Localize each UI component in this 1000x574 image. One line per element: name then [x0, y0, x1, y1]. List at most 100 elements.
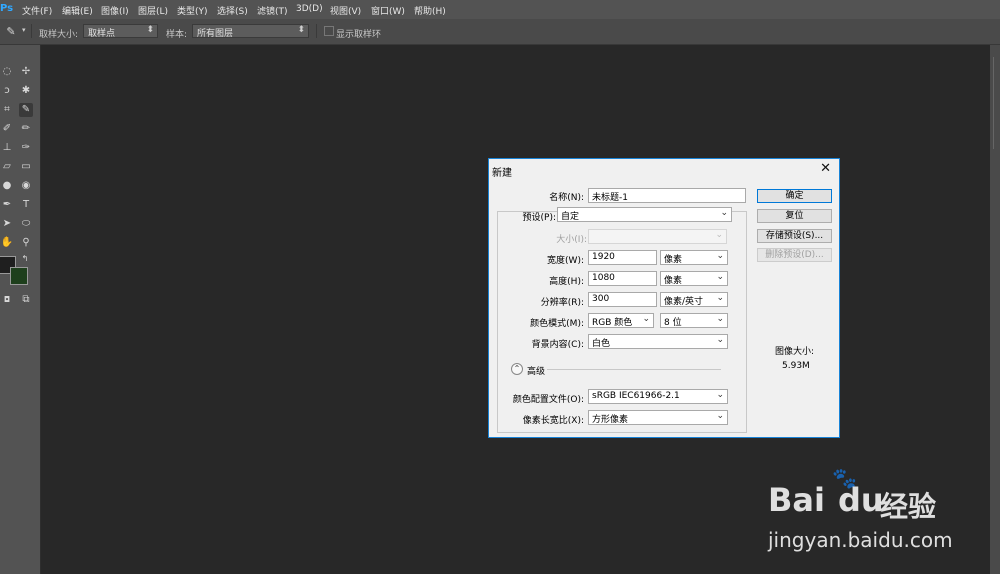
collapse-advanced-icon[interactable]: ⌃	[511, 363, 523, 375]
path-select-icon[interactable]: ➤	[0, 217, 14, 231]
bit-depth-value: 8 位	[664, 318, 682, 328]
color-profile-select[interactable]: sRGB IEC61966-2.1 ⌄	[588, 389, 728, 404]
magic-wand-icon[interactable]: ✱	[19, 84, 33, 98]
screen-mode-icon[interactable]: ⧉	[19, 293, 33, 307]
watermark-brand: Bai	[768, 481, 825, 519]
color-mode-value: RGB 颜色	[592, 318, 633, 328]
hand-icon[interactable]: ✋	[0, 236, 14, 250]
sample-size-select[interactable]: 取样点 ⬍	[83, 24, 158, 39]
color-mode-select[interactable]: RGB 颜色 ⌄	[588, 313, 654, 328]
color-profile-value: sRGB IEC61966-2.1	[592, 391, 680, 401]
width-unit-value: 像素	[664, 255, 683, 265]
chevron-down-icon: ⌄	[716, 272, 724, 282]
menu-window[interactable]: 窗口(W)	[371, 4, 405, 17]
image-size-label: 图像大小:	[775, 347, 815, 357]
options-bar: ✎ ▾ 取样大小: 取样点 ⬍ 样本: 所有图层 ⬍ 显示取样环	[0, 19, 1000, 45]
dialog-title: 新建	[492, 168, 512, 179]
ellipse-icon[interactable]: ⬭	[19, 217, 33, 231]
chevron-down-icon: ⌄	[716, 335, 724, 345]
name-field[interactable]: 未标题-1	[588, 188, 746, 203]
marquee-icon[interactable]: ◌	[0, 65, 14, 79]
chevron-down-icon: ⌄	[716, 251, 724, 261]
save-preset-button[interactable]: 存储预设(S)...	[757, 229, 832, 243]
eyedropper-icon[interactable]: ✎	[4, 25, 18, 39]
menu-help[interactable]: 帮助(H)	[414, 4, 446, 17]
width-unit-select[interactable]: 像素 ⌄	[660, 250, 728, 265]
eraser-icon[interactable]: ▱	[0, 160, 14, 174]
blur-icon[interactable]: ●	[0, 179, 14, 193]
menu-3d[interactable]: 3D(D)	[296, 4, 323, 14]
height-unit-value: 像素	[664, 276, 683, 286]
height-label: 高度(H):	[549, 277, 584, 287]
app-logo: Ps	[0, 3, 14, 14]
height-field[interactable]: 1080	[588, 271, 657, 286]
menu-bar: Ps 文件(F) 编辑(E) 图像(I) 图层(L) 类型(Y) 选择(S) 滤…	[0, 0, 1000, 19]
swap-colors-icon[interactable]: ↰	[18, 252, 32, 266]
size-label: 大小(I):	[556, 235, 587, 245]
resolution-unit-value: 像素/英寸	[664, 297, 704, 307]
background-select[interactable]: 白色 ⌄	[588, 334, 728, 349]
gradient-icon[interactable]: ▭	[19, 160, 33, 174]
chevron-down-icon: ⌄	[716, 314, 724, 324]
menu-layer[interactable]: 图层(L)	[138, 4, 168, 17]
resolution-label: 分辨率(R):	[540, 298, 584, 308]
chevron-down-icon: ⌄	[716, 390, 724, 400]
menu-file[interactable]: 文件(F)	[22, 4, 52, 17]
sample-select[interactable]: 所有图层 ⬍	[192, 24, 309, 39]
dock-scrollbar[interactable]	[993, 57, 994, 149]
menu-select[interactable]: 选择(S)	[217, 4, 248, 17]
brush-icon[interactable]: ✏	[19, 122, 33, 136]
preset-value: 自定	[561, 212, 580, 222]
pen-icon[interactable]: ✒	[0, 198, 14, 212]
delete-preset-button: 删除预设(D)...	[757, 248, 832, 262]
lasso-icon[interactable]: ↄ	[0, 84, 14, 98]
color-mode-label: 颜色模式(M):	[530, 319, 584, 329]
panel-dock	[990, 45, 1000, 574]
watermark-brand-2: du	[838, 481, 884, 519]
move-icon[interactable]: ✢	[19, 65, 33, 79]
stamp-icon[interactable]: ⊥	[0, 141, 14, 155]
healing-brush-icon[interactable]: ✐	[0, 122, 14, 136]
show-ring-checkbox[interactable]	[324, 26, 334, 36]
background-value: 白色	[592, 339, 611, 349]
dodge-icon[interactable]: ◉	[19, 179, 33, 193]
reset-button[interactable]: 复位	[757, 209, 832, 223]
menu-image[interactable]: 图像(I)	[101, 4, 129, 17]
eyedropper-icon[interactable]: ✎	[19, 103, 33, 117]
background-label: 背景内容(C):	[531, 340, 584, 350]
quick-mask-icon[interactable]: ◘	[0, 293, 14, 307]
menu-type[interactable]: 类型(Y)	[177, 4, 208, 17]
preset-select[interactable]: 自定 ⌄	[557, 207, 732, 222]
crop-icon[interactable]: ⌗	[0, 103, 14, 117]
bit-depth-select[interactable]: 8 位 ⌄	[660, 313, 728, 328]
menu-view[interactable]: 视图(V)	[330, 4, 361, 17]
tools-panel: ◌ ✢ ↄ ✱ ⌗ ✎ ✐ ✏ ⊥ ✑ ▱ ▭ ● ◉ ✒ T ➤ ⬭ ✋ ⚲ …	[0, 45, 41, 574]
resolution-field[interactable]: 300	[588, 292, 657, 307]
background-color-swatch[interactable]	[10, 267, 28, 285]
name-label: 名称(N):	[549, 193, 584, 203]
pixel-aspect-select[interactable]: 方形像素 ⌄	[588, 410, 728, 425]
close-icon[interactable]: ✕	[820, 161, 831, 176]
chevron-down-icon[interactable]: ▾	[22, 26, 26, 34]
type-icon[interactable]: T	[19, 198, 33, 212]
history-brush-icon[interactable]: ✑	[19, 141, 33, 155]
menu-edit[interactable]: 编辑(E)	[62, 4, 93, 17]
height-unit-select[interactable]: 像素 ⌄	[660, 271, 728, 286]
chevron-down-icon: ⌄	[716, 293, 724, 303]
width-label: 宽度(W):	[547, 256, 584, 266]
advanced-label: 高级	[527, 367, 546, 377]
color-profile-label: 颜色配置文件(O):	[512, 395, 584, 405]
chevron-down-icon: ⌄	[715, 230, 723, 240]
sample-size-label: 取样大小:	[39, 30, 79, 40]
divider	[316, 24, 317, 38]
resolution-unit-select[interactable]: 像素/英寸 ⌄	[660, 292, 728, 307]
width-field[interactable]: 1920	[588, 250, 657, 265]
sample-value: 所有图层	[197, 29, 234, 39]
watermark-suffix: 经验	[880, 490, 937, 523]
chevron-down-icon: ⌄	[716, 411, 724, 421]
ok-button[interactable]: 确定	[757, 189, 832, 203]
divider	[31, 24, 32, 38]
menu-filter[interactable]: 滤镜(T)	[257, 4, 288, 17]
updown-icon: ⬍	[146, 25, 154, 35]
zoom-icon[interactable]: ⚲	[19, 236, 33, 250]
